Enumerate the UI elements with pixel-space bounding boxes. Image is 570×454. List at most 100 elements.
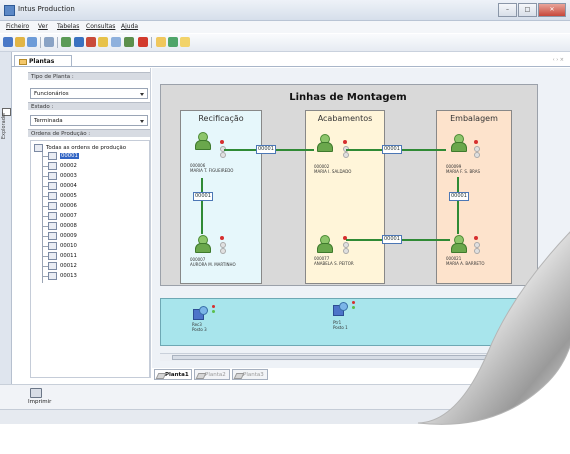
order-icon: [48, 252, 57, 260]
machine-icon[interactable]: [333, 302, 349, 316]
order-icon: [48, 192, 57, 200]
order-label: 00006: [60, 203, 77, 209]
tab-label: Plantas: [29, 58, 55, 65]
folder-icon[interactable]: [156, 37, 166, 47]
menu-tables[interactable]: Tabelas: [57, 23, 79, 30]
tree-line: [42, 152, 43, 283]
worker-icon[interactable]: [194, 235, 211, 253]
toolbar-separator: [40, 37, 41, 48]
scroll-thumb[interactable]: [172, 355, 532, 360]
worker-icon[interactable]: [316, 134, 333, 152]
worker-name: ANABELA S. PEITOR: [314, 261, 354, 266]
flow-label[interactable]: 00001: [382, 235, 402, 244]
open-icon[interactable]: [15, 37, 25, 47]
order-icon: [48, 272, 57, 280]
worker-icon[interactable]: [316, 235, 333, 253]
edit-icon[interactable]: [98, 37, 108, 47]
worker-name: MARIA A. BARRETO: [446, 261, 485, 266]
menu-file[interactable]: Ficheiro: [6, 23, 29, 30]
station-name: Acabamentos: [317, 114, 373, 123]
printer-icon[interactable]: [30, 388, 42, 398]
tree-root[interactable]: Todas as ordens de produção: [34, 144, 126, 152]
zoom-icon[interactable]: [124, 37, 134, 47]
order-item[interactable]: 00003: [48, 172, 77, 180]
tab-nav-controls[interactable]: ‹ › ×: [553, 57, 564, 63]
worker-icon[interactable]: [194, 132, 211, 150]
diagram-title: Linhas de Montagem: [289, 92, 407, 103]
minimize-button[interactable]: –: [498, 3, 517, 17]
order-icon: [48, 152, 57, 160]
bottom-toolbar: [0, 384, 570, 409]
order-item[interactable]: 00011: [48, 252, 77, 260]
worker-icon[interactable]: [450, 134, 467, 152]
worker-name: MARIA F. S. BRAS: [446, 169, 481, 174]
order-item[interactable]: 00013: [48, 272, 77, 280]
sheet-tab-planta3[interactable]: Planta3: [232, 369, 268, 380]
tools-icon[interactable]: [74, 37, 84, 47]
grid-icon[interactable]: [27, 37, 37, 47]
export-icon[interactable]: [111, 37, 121, 47]
worker-name: MARIA T. FIGUEIREDO: [190, 168, 234, 173]
sheet-tab-planta2[interactable]: Planta2: [194, 369, 230, 380]
order-item[interactable]: 00002: [48, 162, 77, 170]
sheet-tab-label: Planta1: [165, 372, 189, 378]
order-item[interactable]: 00007: [48, 212, 77, 220]
order-icon: [48, 202, 57, 210]
flow-label[interactable]: 00001: [193, 192, 213, 201]
status-select[interactable]: Terminada: [30, 115, 148, 126]
save-icon[interactable]: [3, 37, 13, 47]
copy-icon[interactable]: [44, 37, 54, 47]
maximize-button[interactable]: □: [518, 3, 537, 17]
app-icon: [4, 5, 15, 16]
horizontal-scrollbar[interactable]: [160, 353, 570, 361]
status-light-icon: [220, 248, 226, 254]
pencil-icon: [233, 373, 245, 379]
close-button[interactable]: ✕: [538, 3, 566, 17]
order-item[interactable]: 00009: [48, 232, 77, 240]
order-icon: [48, 222, 57, 230]
print-button-label[interactable]: Imprimir: [28, 399, 51, 405]
machine-icon[interactable]: [193, 306, 209, 320]
folder-icon: [19, 59, 27, 65]
order-item[interactable]: 00001: [48, 152, 79, 160]
sheet-tab-planta1[interactable]: Planta1: [154, 369, 192, 380]
order-label: 00012: [60, 263, 77, 269]
flow-connector: [457, 177, 459, 234]
filter-panel: Tipo de Planta : Funcionários Estado : T…: [28, 68, 151, 378]
order-item[interactable]: 00005: [48, 192, 77, 200]
menu-view[interactable]: Ver: [38, 23, 48, 30]
order-icon: [48, 262, 57, 270]
order-item[interactable]: 00008: [48, 222, 77, 230]
worker-icon[interactable]: [450, 235, 467, 253]
order-icon: [48, 212, 57, 220]
flow-label[interactable]: 00001: [382, 145, 402, 154]
help-icon[interactable]: [138, 37, 148, 47]
order-label: 00001: [60, 153, 79, 159]
order-label: 00002: [60, 163, 77, 169]
settings-icon[interactable]: [86, 37, 96, 47]
plant-type-select[interactable]: Funcionários: [30, 88, 148, 99]
refresh-icon[interactable]: [168, 37, 178, 47]
order-item[interactable]: 00006: [48, 202, 77, 210]
menu-help[interactable]: Ajuda: [121, 23, 138, 30]
explorer-strip[interactable]: Explorador: [0, 52, 12, 407]
status-light-icon: [474, 248, 480, 254]
order-item[interactable]: 00012: [48, 262, 77, 270]
sheet-tabs: Planta1 Planta2 Planta3: [152, 368, 570, 382]
machine-name: Posto 1: [333, 325, 348, 330]
order-label: 00009: [60, 233, 77, 239]
status-light-icon: [474, 140, 478, 144]
menu-queries[interactable]: Consultas: [86, 23, 115, 30]
order-item[interactable]: 00004: [48, 182, 77, 190]
order-icon: [48, 162, 57, 170]
flow-label[interactable]: 00001: [256, 145, 276, 154]
status-light-icon: [474, 236, 478, 240]
status-light-icon: [220, 236, 224, 240]
flow-label[interactable]: 00001: [449, 192, 469, 201]
chart-icon[interactable]: [61, 37, 71, 47]
order-item[interactable]: 00010: [48, 242, 77, 250]
note-icon[interactable]: [180, 37, 190, 47]
folder-icon: [34, 144, 43, 152]
pencil-icon: [195, 373, 207, 379]
toolbar-separator: [57, 37, 58, 48]
